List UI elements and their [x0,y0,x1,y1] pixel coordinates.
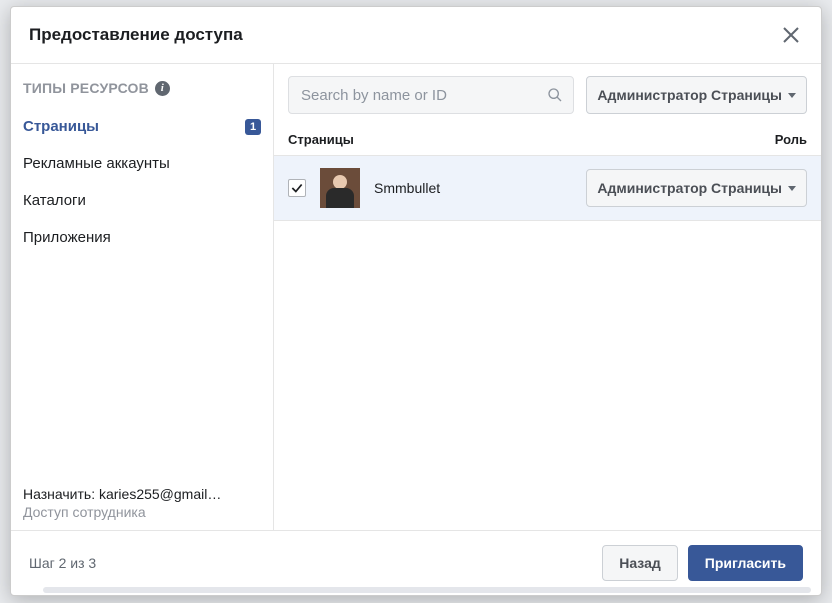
sidebar-footer: Назначить: karies255@gmail… Доступ сотру… [11,478,273,530]
invite-button[interactable]: Пригласить [688,545,803,581]
row-role-dropdown[interactable]: Администратор Страницы [586,169,807,207]
chevron-down-icon [788,93,796,98]
chevron-down-icon [788,186,796,191]
horizontal-scrollbar[interactable] [43,587,811,593]
sidebar-item-badge: 1 [245,119,261,135]
row-role-label: Администратор Страницы [597,180,782,196]
sidebar: ТИПЫ РЕСУРСОВ i Страницы 1 Рекламные акк… [11,64,274,530]
search-field[interactable] [288,76,574,114]
check-icon [290,181,304,195]
sidebar-item-label: Каталоги [23,192,86,209]
sidebar-item-catalogs[interactable]: Каталоги [11,182,273,219]
close-button[interactable] [779,23,803,47]
assign-to-label: Назначить: karies255@gmail… [23,486,261,502]
sidebar-item-ad-accounts[interactable]: Рекламные аккаунты [11,145,273,182]
sidebar-item-label: Страницы [23,118,99,135]
modal-title: Предоставление доступа [29,25,243,45]
access-type-label: Доступ сотрудника [23,504,261,520]
row-name: Smmbullet [374,180,572,196]
sidebar-heading-text: ТИПЫ РЕСУРСОВ [23,80,149,96]
row-checkbox[interactable] [288,179,306,197]
avatar [320,168,360,208]
sidebar-item-pages[interactable]: Страницы 1 [11,108,273,145]
sidebar-item-label: Приложения [23,229,111,246]
modal-body: ТИПЫ РЕСУРСОВ i Страницы 1 Рекламные акк… [11,64,821,530]
back-button[interactable]: Назад [602,545,678,581]
main-panel: Администратор Страницы Страницы Роль Smm… [274,64,821,530]
modal-footer: Шаг 2 из 3 Назад Пригласить [11,530,821,595]
sidebar-heading: ТИПЫ РЕСУРСОВ i [11,64,273,108]
step-indicator: Шаг 2 из 3 [29,555,96,571]
modal-header: Предоставление доступа [11,7,821,64]
sidebar-item-label: Рекламные аккаунты [23,155,170,172]
column-name: Страницы [288,132,577,147]
search-icon [547,87,563,103]
grant-access-modal: Предоставление доступа ТИПЫ РЕСУРСОВ i С… [10,6,822,596]
table-row: Smmbullet Администратор Страницы [274,156,821,221]
sidebar-item-apps[interactable]: Приложения [11,219,273,256]
main-toolbar: Администратор Страницы [274,64,821,126]
column-role: Роль [577,132,807,147]
close-icon [779,23,803,47]
info-icon[interactable]: i [155,81,170,96]
search-input[interactable] [301,87,537,104]
table-header: Страницы Роль [274,126,821,156]
global-role-dropdown[interactable]: Администратор Страницы [586,76,807,114]
global-role-label: Администратор Страницы [597,87,782,103]
